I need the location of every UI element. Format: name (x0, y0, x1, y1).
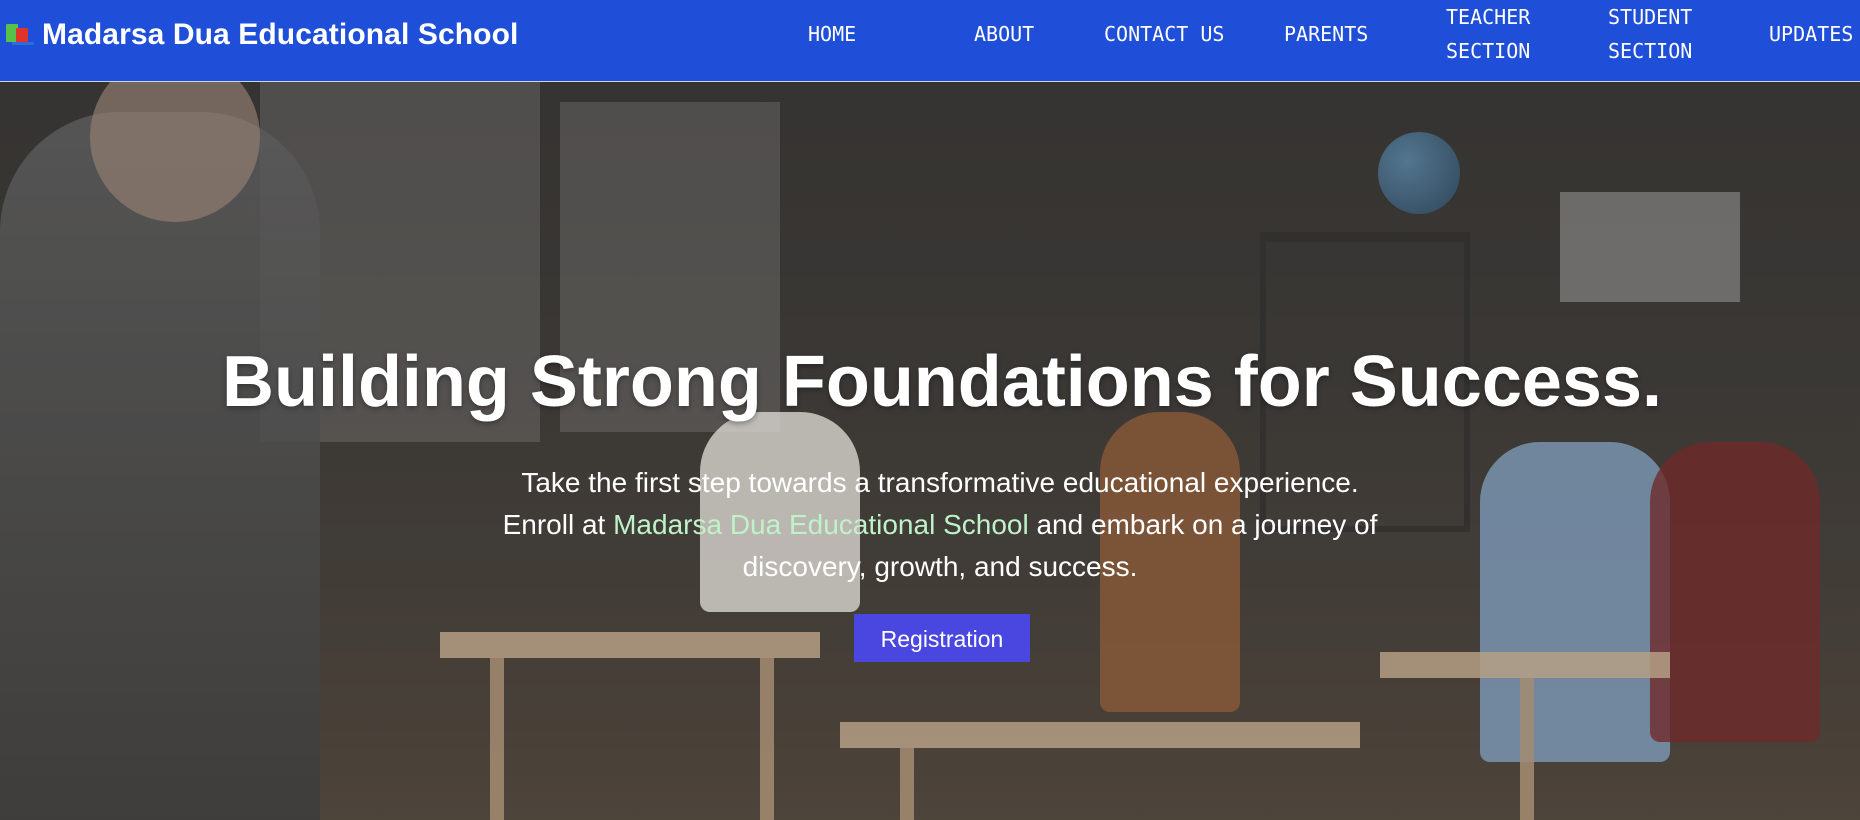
classroom-background-image (0, 82, 1860, 820)
school-name-highlight: Madarsa Dua Educational School (613, 509, 1029, 540)
nav-teacher-line1: TEACHER (1446, 5, 1531, 29)
nav-updates[interactable]: UPDATES (1769, 17, 1853, 51)
hero-headline: Building Strong Foundations for Success. (221, 342, 1663, 422)
registration-button[interactable]: Registration (854, 614, 1030, 662)
hero-description-line3: discovery, growth, and success. (742, 551, 1138, 582)
books-icon (6, 22, 36, 48)
brand[interactable]: Madarsa Dua Educational School (6, 0, 518, 70)
hero-section: Building Strong Foundations for Success.… (0, 82, 1860, 820)
nav-teacher-section[interactable]: TEACHER SECTION (1446, 0, 1530, 68)
hero-description-line2: Enroll at Madarsa Dua Educational School… (340, 504, 1540, 546)
hero-description: Take the first step towards a transforma… (340, 462, 1540, 588)
top-navbar: Madarsa Dua Educational School HOME ABOU… (0, 0, 1860, 82)
nav-student-section[interactable]: STUDENT SECTION (1608, 0, 1692, 68)
hero-description-line1: Take the first step towards a transforma… (521, 467, 1359, 498)
nav-parents[interactable]: PARENTS (1284, 17, 1368, 51)
site-title[interactable]: Madarsa Dua Educational School (42, 18, 518, 52)
journey-text: and embark on a journey of (1028, 509, 1378, 540)
enroll-text: Enroll at (502, 509, 614, 540)
nav-contact-us[interactable]: CONTACT US (1104, 17, 1224, 51)
nav-teacher-line2: SECTION (1446, 39, 1531, 63)
nav-student-line2: SECTION (1608, 39, 1693, 63)
nav-student-line1: STUDENT (1608, 5, 1693, 29)
nav-home[interactable]: HOME (808, 17, 856, 51)
nav-about[interactable]: ABOUT (974, 17, 1034, 51)
teacher-figure (0, 82, 320, 820)
